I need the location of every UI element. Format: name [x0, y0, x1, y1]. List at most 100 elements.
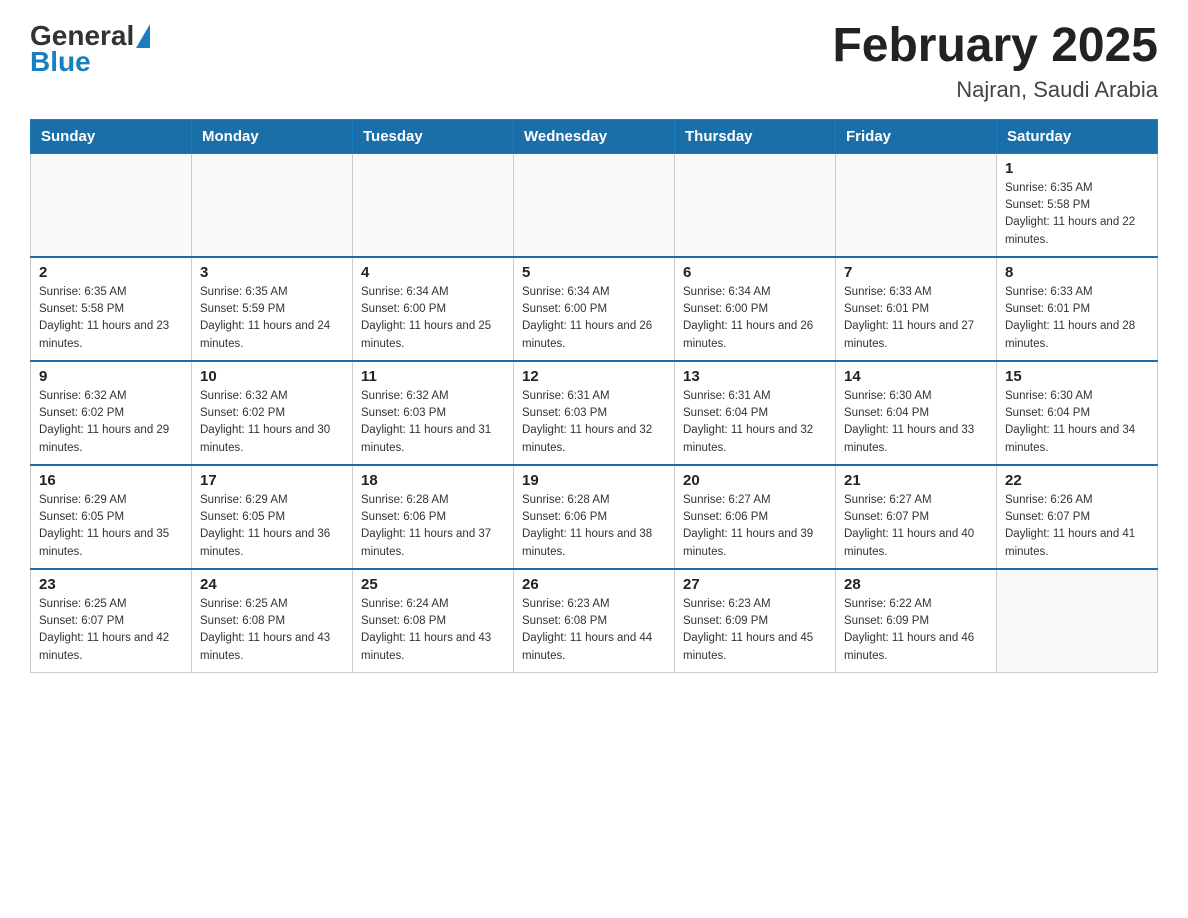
col-saturday: Saturday	[997, 119, 1158, 153]
day-number: 5	[522, 264, 666, 281]
calendar-cell: 11 Sunrise: 6:32 AM Sunset: 6:03 PM Dayli…	[353, 361, 514, 465]
calendar-cell	[675, 153, 836, 257]
calendar-cell: 8 Sunrise: 6:33 AM Sunset: 6:01 PM Daylig…	[997, 257, 1158, 361]
day-info: Sunrise: 6:32 AM Sunset: 6:02 PM Dayligh…	[200, 388, 344, 457]
day-number: 10	[200, 368, 344, 385]
calendar-cell	[192, 153, 353, 257]
calendar-cell: 21Sunrise: 6:27 AM Sunset: 6:07 PM Dayli…	[836, 465, 997, 569]
day-info: Sunrise: 6:24 AM Sunset: 6:08 PM Dayligh…	[361, 596, 505, 665]
day-number: 17	[200, 472, 344, 489]
col-monday: Monday	[192, 119, 353, 153]
title-section: February 2025 Najran, Saudi Arabia	[832, 20, 1158, 103]
calendar-cell	[997, 569, 1158, 673]
calendar-cell: 2Sunrise: 6:35 AM Sunset: 5:58 PM Daylig…	[31, 257, 192, 361]
day-info: Sunrise: 6:35 AM Sunset: 5:58 PM Dayligh…	[39, 284, 183, 353]
col-wednesday: Wednesday	[514, 119, 675, 153]
calendar-table: Sunday Monday Tuesday Wednesday Thursday…	[30, 119, 1158, 673]
day-info: Sunrise: 6:35 AM Sunset: 5:59 PM Dayligh…	[200, 284, 344, 353]
day-info: Sunrise: 6:22 AM Sunset: 6:09 PM Dayligh…	[844, 596, 988, 665]
calendar-cell: 13 Sunrise: 6:31 AM Sunset: 6:04 PM Dayli…	[675, 361, 836, 465]
day-number: 7	[844, 264, 988, 281]
calendar-cell: 12 Sunrise: 6:31 AM Sunset: 6:03 PM Dayli…	[514, 361, 675, 465]
day-number: 8	[1005, 264, 1149, 281]
calendar-cell: 27 Sunrise: 6:23 AM Sunset: 6:09 PM Dayli…	[675, 569, 836, 673]
calendar-cell: 22 Sunrise: 6:26 AM Sunset: 6:07 PM Dayli…	[997, 465, 1158, 569]
col-friday: Friday	[836, 119, 997, 153]
day-number: 9	[39, 368, 183, 385]
calendar-cell	[31, 153, 192, 257]
location-title: Najran, Saudi Arabia	[832, 77, 1158, 103]
calendar-cell: 6Sunrise: 6:34 AM Sunset: 6:00 PM Daylig…	[675, 257, 836, 361]
week-row-4: 16 Sunrise: 6:29 AM Sunset: 6:05 PM Dayli…	[31, 465, 1158, 569]
calendar-cell: 17 Sunrise: 6:29 AM Sunset: 6:05 PM Dayli…	[192, 465, 353, 569]
day-info: Sunrise: 6:23 AM Sunset: 6:09 PM Dayligh…	[683, 596, 827, 665]
day-info: Sunrise: 6:23 AM Sunset: 6:08 PM Dayligh…	[522, 596, 666, 665]
day-info: Sunrise: 6:34 AM Sunset: 6:00 PM Dayligh…	[361, 284, 505, 353]
day-number: 23	[39, 576, 183, 593]
week-row-3: 9 Sunrise: 6:32 AM Sunset: 6:02 PM Daylig…	[31, 361, 1158, 465]
calendar-cell	[353, 153, 514, 257]
day-number: 6	[683, 264, 827, 281]
day-number: 20	[683, 472, 827, 489]
day-number: 11	[361, 368, 505, 385]
day-number: 12	[522, 368, 666, 385]
day-number: 24	[200, 576, 344, 593]
week-row-2: 2Sunrise: 6:35 AM Sunset: 5:58 PM Daylig…	[31, 257, 1158, 361]
calendar-cell: 20 Sunrise: 6:27 AM Sunset: 6:06 PM Dayli…	[675, 465, 836, 569]
logo: General Blue	[30, 20, 150, 76]
calendar-cell: 7 Sunrise: 6:33 AM Sunset: 6:01 PM Daylig…	[836, 257, 997, 361]
day-info: Sunrise: 6:30 AM Sunset: 6:04 PM Dayligh…	[844, 388, 988, 457]
calendar-cell: 4 Sunrise: 6:34 AM Sunset: 6:00 PM Daylig…	[353, 257, 514, 361]
day-info: Sunrise: 6:27 AM Sunset: 6:06 PM Dayligh…	[683, 492, 827, 561]
day-info: Sunrise: 6:28 AM Sunset: 6:06 PM Dayligh…	[522, 492, 666, 561]
col-thursday: Thursday	[675, 119, 836, 153]
calendar-cell: 28 Sunrise: 6:22 AM Sunset: 6:09 PM Dayli…	[836, 569, 997, 673]
day-number: 18	[361, 472, 505, 489]
day-number: 19	[522, 472, 666, 489]
day-info: Sunrise: 6:29 AM Sunset: 6:05 PM Dayligh…	[200, 492, 344, 561]
day-info: Sunrise: 6:35 AM Sunset: 5:58 PM Dayligh…	[1005, 180, 1149, 249]
calendar-cell	[514, 153, 675, 257]
calendar-cell: 16 Sunrise: 6:29 AM Sunset: 6:05 PM Dayli…	[31, 465, 192, 569]
day-info: Sunrise: 6:34 AM Sunset: 6:00 PM Dayligh…	[522, 284, 666, 353]
week-row-5: 23 Sunrise: 6:25 AM Sunset: 6:07 PM Dayli…	[31, 569, 1158, 673]
day-info: Sunrise: 6:32 AM Sunset: 6:03 PM Dayligh…	[361, 388, 505, 457]
day-info: Sunrise: 6:25 AM Sunset: 6:07 PM Dayligh…	[39, 596, 183, 665]
day-info: Sunrise: 6:26 AM Sunset: 6:07 PM Dayligh…	[1005, 492, 1149, 561]
day-info: Sunrise: 6:31 AM Sunset: 6:04 PM Dayligh…	[683, 388, 827, 457]
day-number: 15	[1005, 368, 1149, 385]
day-number: 13	[683, 368, 827, 385]
day-number: 22	[1005, 472, 1149, 489]
calendar-cell: 10 Sunrise: 6:32 AM Sunset: 6:02 PM Dayli…	[192, 361, 353, 465]
day-number: 26	[522, 576, 666, 593]
calendar-cell: 26 Sunrise: 6:23 AM Sunset: 6:08 PM Dayli…	[514, 569, 675, 673]
day-info: Sunrise: 6:33 AM Sunset: 6:01 PM Dayligh…	[1005, 284, 1149, 353]
calendar-cell: 25 Sunrise: 6:24 AM Sunset: 6:08 PM Dayli…	[353, 569, 514, 673]
day-info: Sunrise: 6:25 AM Sunset: 6:08 PM Dayligh…	[200, 596, 344, 665]
col-sunday: Sunday	[31, 119, 192, 153]
calendar-cell: 15 Sunrise: 6:30 AM Sunset: 6:04 PM Dayli…	[997, 361, 1158, 465]
day-number: 25	[361, 576, 505, 593]
week-row-1: 1 Sunrise: 6:35 AM Sunset: 5:58 PM Daylig…	[31, 153, 1158, 257]
day-number: 28	[844, 576, 988, 593]
day-info: Sunrise: 6:30 AM Sunset: 6:04 PM Dayligh…	[1005, 388, 1149, 457]
day-number: 4	[361, 264, 505, 281]
day-number: 27	[683, 576, 827, 593]
day-info: Sunrise: 6:32 AM Sunset: 6:02 PM Dayligh…	[39, 388, 183, 457]
calendar-cell: 1 Sunrise: 6:35 AM Sunset: 5:58 PM Daylig…	[997, 153, 1158, 257]
day-number: 16	[39, 472, 183, 489]
day-number: 14	[844, 368, 988, 385]
logo-blue-text: Blue	[30, 48, 91, 76]
day-info: Sunrise: 6:29 AM Sunset: 6:05 PM Dayligh…	[39, 492, 183, 561]
day-info: Sunrise: 6:27 AM Sunset: 6:07 PM Dayligh…	[844, 492, 988, 561]
day-number: 1	[1005, 160, 1149, 177]
day-info: Sunrise: 6:31 AM Sunset: 6:03 PM Dayligh…	[522, 388, 666, 457]
calendar-cell: 3Sunrise: 6:35 AM Sunset: 5:59 PM Daylig…	[192, 257, 353, 361]
calendar-cell: 23 Sunrise: 6:25 AM Sunset: 6:07 PM Dayli…	[31, 569, 192, 673]
col-tuesday: Tuesday	[353, 119, 514, 153]
calendar-cell: 5 Sunrise: 6:34 AM Sunset: 6:00 PM Daylig…	[514, 257, 675, 361]
logo-triangle-icon	[136, 24, 150, 48]
calendar-cell: 19 Sunrise: 6:28 AM Sunset: 6:06 PM Dayli…	[514, 465, 675, 569]
calendar-cell: 24 Sunrise: 6:25 AM Sunset: 6:08 PM Dayli…	[192, 569, 353, 673]
day-info: Sunrise: 6:33 AM Sunset: 6:01 PM Dayligh…	[844, 284, 988, 353]
